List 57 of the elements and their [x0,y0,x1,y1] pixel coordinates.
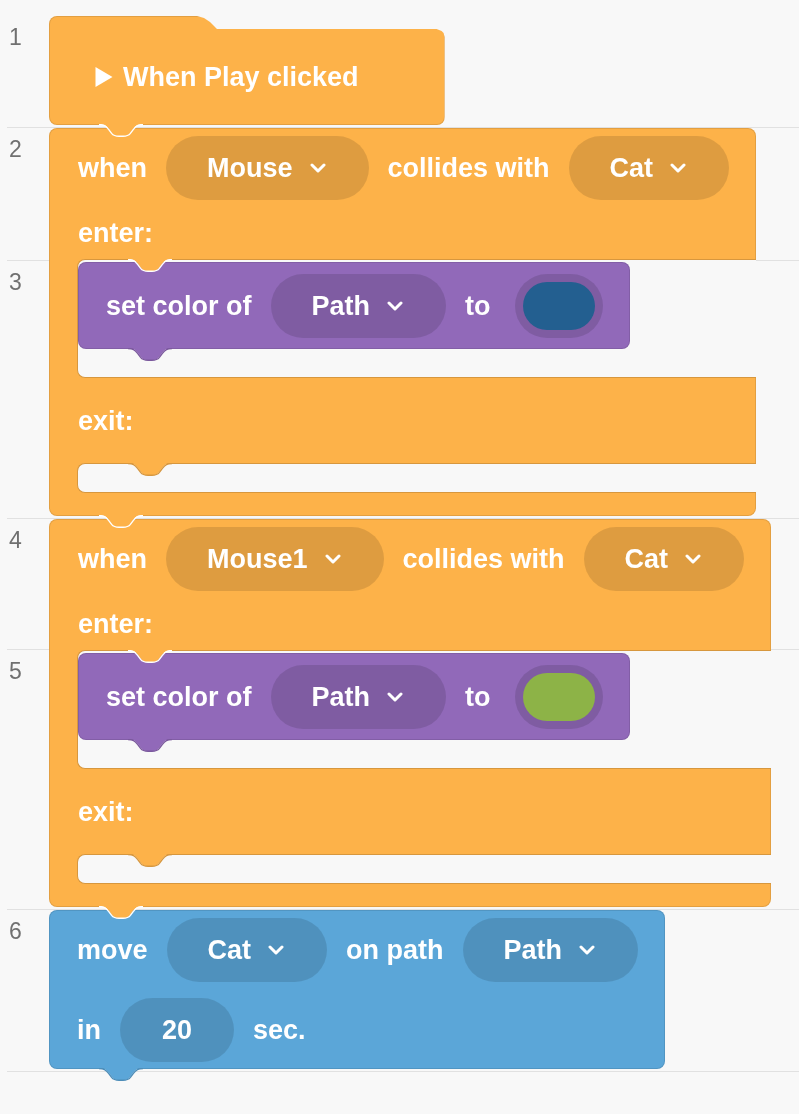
block-text: set color of [106,681,252,714]
dropdown[interactable]: Path [462,918,639,982]
command-block[interactable]: move Cat on path Path in 20 sec. [49,910,666,1069]
chevron-down-icon [324,554,341,564]
command-block[interactable]: set color of Path to [78,653,630,740]
block-text: exit: [78,795,134,829]
block-text: sec. [253,1014,306,1047]
line-number: 4 [9,529,22,552]
number-field[interactable]: 20 [120,998,235,1062]
connector-tab-icon [99,515,143,528]
dropdown[interactable]: Path [270,274,447,338]
block-text: to [465,290,491,323]
block-text: collides with [387,152,550,185]
block-text: When Play clicked [123,61,359,94]
connector-tab-icon [128,348,172,361]
connector-tab-icon [128,463,172,476]
chevron-down-icon [268,945,285,955]
block-text: when [78,543,147,576]
dropdown[interactable]: Cat [166,918,328,982]
chevron-down-icon [685,554,702,564]
block-text: exit: [78,404,134,438]
line-number: 2 [9,138,22,161]
chevron-down-icon [387,692,404,702]
block-text: on path [346,934,444,967]
block-text: to [465,681,491,714]
chevron-down-icon [387,301,404,311]
play-icon [95,66,113,88]
dropdown[interactable]: Cat [568,136,730,200]
chevron-down-icon [670,163,687,173]
block-text: when [78,152,147,185]
dropdown[interactable]: Cat [583,527,745,591]
connector-tab-icon [128,650,172,663]
connector-tab-icon [128,259,172,272]
connector-tab-icon [128,739,172,752]
connector-tab-icon [99,1068,143,1081]
collision-event-block[interactable]: when Mouse1 collides with Cat enter: set color of Path to exit: [49,519,772,907]
command-block[interactable]: set color of Path to [78,262,630,349]
connector-tab-icon [128,854,172,867]
block-text: set color of [106,290,252,323]
dropdown[interactable]: Mouse1 [166,527,384,591]
dropdown[interactable]: Mouse [166,136,369,200]
block-text: enter: [78,217,153,250]
line-number: 6 [9,920,22,943]
block-text: collides with [402,543,565,576]
line-number: 3 [9,271,22,294]
start-event-block[interactable]: When Play clicked [49,16,445,125]
connector-tab-icon [99,906,143,919]
collision-event-block[interactable]: when Mouse collides with Cat enter: set color of Path to exit: [49,128,757,516]
chevron-down-icon [579,945,596,955]
dropdown[interactable]: Path [270,665,447,729]
block-text: move [77,934,148,967]
block-text: enter: [78,608,153,641]
block-text: in [77,1014,101,1047]
line-number: 1 [9,26,22,49]
connector-tab-icon [99,124,143,137]
line-number: 5 [9,660,22,683]
chevron-down-icon [309,163,326,173]
